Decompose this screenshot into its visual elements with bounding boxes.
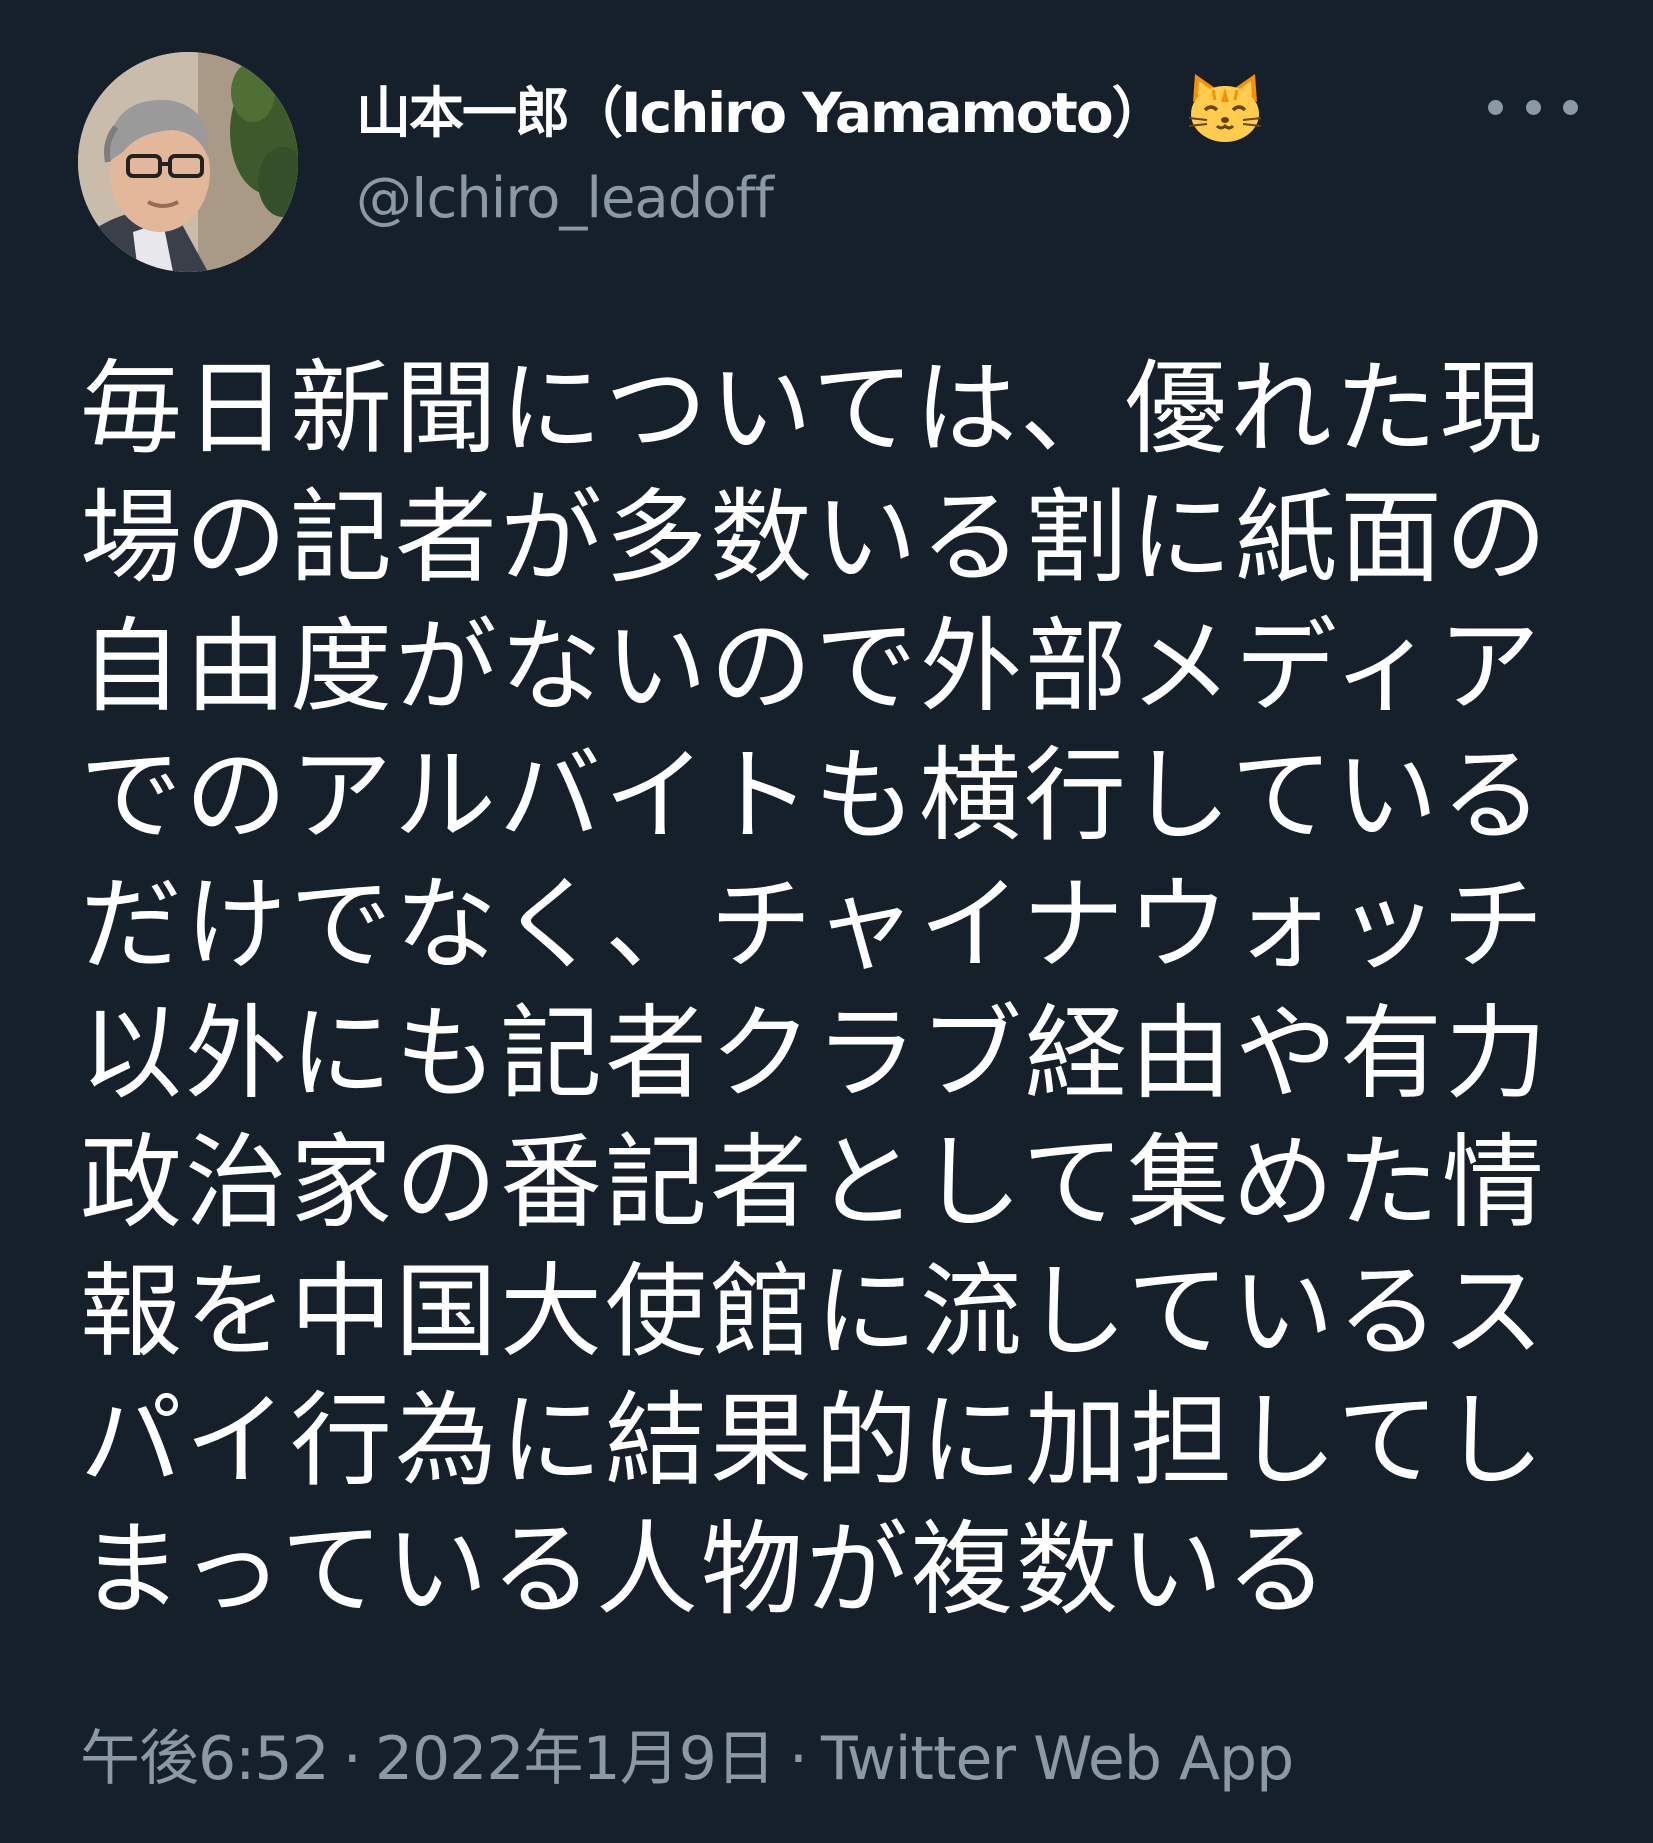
avatar[interactable] [78,52,298,272]
more-horizontal-icon [1488,99,1503,115]
tweet-date[interactable]: 2022年1月9日 [375,1724,776,1794]
tweet-text-line: まっている人物が複数いる [80,1511,1331,1630]
tweet-text-line: 政治家の番記者として集めた情 [80,1124,1547,1243]
tweet-text-line: パイ行為に結果的に加担してし [80,1382,1547,1501]
tweet-text-line: 自由度がないので外部メディア [80,608,1543,727]
display-name[interactable]: 山本一郎（Ichiro Yamamoto） [356,72,1265,145]
meta-separator: · [788,1724,808,1794]
tweet-text-line: 毎日新聞については、優れた現 [80,350,1545,469]
display-name-text: 山本一郎（Ichiro Yamamoto） [356,81,1167,145]
more-dot [1525,99,1541,115]
tweet-text-line: でのアルバイトも横行している [80,737,1546,856]
tweet-text-line: 報を中国大使館に流しているス [80,1253,1547,1372]
user-handle[interactable]: @Ichiro_leadoff [356,166,774,231]
tweet-text-line: 以外にも記者クラブ経由や有力 [80,995,1550,1114]
tweet-text: 毎日新聞については、優れた現 場の記者が多数いる割に紙面の 自由度がないので外部… [80,345,1600,1635]
tweet-card: 山本一郎（Ichiro Yamamoto） @Ichiro_leadoff 毎日… [0,0,1653,1843]
tweet-time[interactable]: 午後6:52 [80,1724,330,1794]
tweet-text-line: だけでなく、チャイナウォッチ [80,866,1547,985]
tweet-metadata: 午後6:52 · 2022年1月9日 · Twitter Web App [80,1710,1294,1797]
tweet-source-link[interactable]: Twitter Web App [821,1724,1294,1794]
avatar-photo [78,52,298,272]
cat-face-icon [1185,72,1265,144]
more-dot [1563,99,1578,115]
meta-separator: · [342,1724,362,1794]
more-options-button[interactable] [1488,82,1578,132]
tweet-text-line: 場の記者が多数いる割に紙面の [80,479,1550,598]
